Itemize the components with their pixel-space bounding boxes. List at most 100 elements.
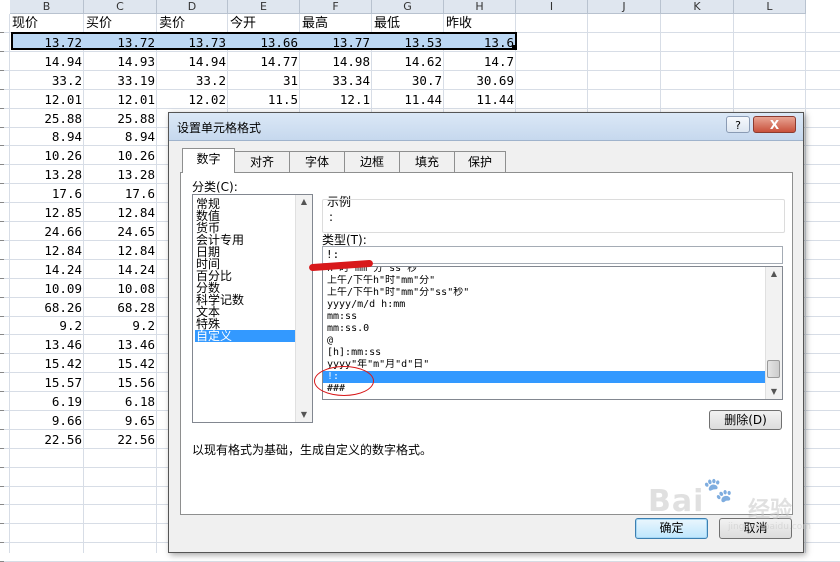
table-cell[interactable]: 13.46	[84, 335, 157, 354]
table-cell[interactable]: 25.88	[84, 109, 157, 128]
scroll-up-icon[interactable]: ▲	[766, 267, 782, 281]
table-cell[interactable]: 6.19	[10, 392, 84, 411]
category-list[interactable]: 常规 数值 货币 会计专用 日期 时间 百分比 分数 科学记数 文本 特殊 自定义 ▲ ▼	[192, 194, 313, 423]
table-cell[interactable]: 13.72	[10, 33, 84, 52]
column-title[interactable]: 最高	[300, 14, 372, 33]
format-item[interactable]: ###	[323, 383, 765, 395]
tab-border[interactable]: 边框	[344, 151, 400, 172]
table-cell[interactable]: 17.6	[10, 184, 84, 203]
table-cell[interactable]: 10.09	[10, 279, 84, 298]
column-header[interactable]: B	[10, 0, 84, 14]
column-header[interactable]: K	[661, 0, 734, 14]
column-header[interactable]: H	[444, 0, 516, 14]
column-header[interactable]: L	[734, 0, 806, 14]
table-cell[interactable]: 10.26	[10, 146, 84, 165]
table-cell[interactable]: 12.01	[10, 90, 84, 109]
table-cell[interactable]: 15.42	[10, 354, 84, 373]
table-cell[interactable]: 13.6	[444, 33, 516, 52]
column-header[interactable]: D	[157, 0, 228, 14]
table-cell[interactable]: 15.56	[84, 373, 157, 392]
table-cell[interactable]: 14.7	[444, 52, 516, 71]
table-cell[interactable]: 13.46	[10, 335, 84, 354]
table-cell[interactable]: 68.28	[84, 298, 157, 317]
table-cell[interactable]: 13.28	[10, 165, 84, 184]
format-item[interactable]: mm:ss	[323, 311, 765, 323]
table-cell[interactable]: 30.69	[444, 71, 516, 90]
table-cell[interactable]: 14.24	[84, 260, 157, 279]
table-cell[interactable]: 12.84	[10, 241, 84, 260]
table-cell[interactable]: 22.56	[84, 430, 157, 449]
table-cell[interactable]: 30.7	[372, 71, 444, 90]
table-cell[interactable]: 15.57	[10, 373, 84, 392]
column-header[interactable]: I	[516, 0, 588, 14]
column-title[interactable]: 现价	[10, 14, 84, 33]
table-cell[interactable]: 14.77	[228, 52, 300, 71]
table-cell[interactable]: 13.28	[84, 165, 157, 184]
table-cell[interactable]: 11.44	[444, 90, 516, 109]
table-cell[interactable]: 17.6	[84, 184, 157, 203]
table-cell[interactable]: 9.65	[84, 411, 157, 430]
category-scrollbar[interactable]: ▲ ▼	[295, 195, 312, 422]
table-cell[interactable]: 11.5	[228, 90, 300, 109]
format-item[interactable]: yyyy/m/d h:mm	[323, 299, 765, 311]
dialog-titlebar[interactable]: 设置单元格格式 ? X	[169, 113, 803, 141]
table-cell[interactable]: 14.93	[84, 52, 157, 71]
column-title[interactable]: 今开	[228, 14, 300, 33]
table-cell[interactable]: 33.34	[300, 71, 372, 90]
scroll-down-icon[interactable]: ▼	[296, 408, 312, 422]
table-cell[interactable]: 14.94	[157, 52, 228, 71]
table-cell[interactable]: 14.94	[10, 52, 84, 71]
table-cell[interactable]: 9.2	[84, 316, 157, 335]
category-item[interactable]: 自定义	[195, 330, 297, 342]
table-cell[interactable]: 22.56	[10, 430, 84, 449]
column-header[interactable]: C	[84, 0, 157, 14]
column-title[interactable]: 昨收	[444, 14, 516, 33]
table-cell[interactable]: 11.44	[372, 90, 444, 109]
tab-font[interactable]: 字体	[289, 151, 345, 172]
table-cell[interactable]: 33.19	[84, 71, 157, 90]
column-header[interactable]: J	[588, 0, 661, 14]
column-header[interactable]: E	[228, 0, 300, 14]
scroll-down-icon[interactable]: ▼	[766, 385, 782, 399]
table-cell[interactable]: 8.94	[84, 127, 157, 146]
help-button[interactable]: ?	[726, 116, 750, 133]
table-cell[interactable]: 31	[228, 71, 300, 90]
table-cell[interactable]: 14.24	[10, 260, 84, 279]
table-cell[interactable]: 13.72	[84, 33, 157, 52]
format-item[interactable]: yyyy"年"m"月"d"日"	[323, 359, 765, 371]
column-title[interactable]: 卖价	[157, 14, 228, 33]
tab-alignment[interactable]: 对齐	[234, 151, 290, 172]
column-title[interactable]: 买价	[84, 14, 157, 33]
table-cell[interactable]: 9.2	[10, 316, 84, 335]
table-cell[interactable]: 68.26	[10, 298, 84, 317]
delete-button[interactable]: 删除(D)	[709, 410, 782, 430]
format-item[interactable]: h"时"mm"分"ss"秒"	[323, 267, 765, 275]
table-cell[interactable]: 13.53	[372, 33, 444, 52]
table-cell[interactable]: 9.66	[10, 411, 84, 430]
format-item[interactable]: 上午/下午h"时"mm"分"ss"秒"	[323, 287, 765, 299]
table-cell[interactable]: 14.98	[300, 52, 372, 71]
format-item[interactable]: mm:ss.0	[323, 323, 765, 335]
table-cell[interactable]: 10.08	[84, 279, 157, 298]
table-cell[interactable]: 12.1	[300, 90, 372, 109]
column-header[interactable]: F	[300, 0, 372, 14]
scroll-up-icon[interactable]: ▲	[296, 195, 312, 209]
column-header[interactable]: G	[372, 0, 444, 14]
tab-number[interactable]: 数字	[182, 148, 235, 173]
table-cell[interactable]: 12.02	[157, 90, 228, 109]
table-cell[interactable]: 13.66	[228, 33, 300, 52]
table-cell[interactable]: 14.62	[372, 52, 444, 71]
table-cell[interactable]: 8.94	[10, 127, 84, 146]
table-cell[interactable]: 24.65	[84, 222, 157, 241]
format-item[interactable]: !:	[323, 371, 765, 383]
table-cell[interactable]: 12.01	[84, 90, 157, 109]
table-cell[interactable]: 13.73	[157, 33, 228, 52]
table-cell[interactable]: 12.84	[84, 241, 157, 260]
table-cell[interactable]: 24.66	[10, 222, 84, 241]
close-button[interactable]: X	[753, 116, 796, 133]
format-item[interactable]: [h]:mm:ss	[323, 347, 765, 359]
type-input[interactable]: !:	[322, 246, 783, 264]
format-scrollbar[interactable]: ▲ ▼	[765, 267, 782, 399]
table-cell[interactable]: 13.77	[300, 33, 372, 52]
format-item[interactable]: @	[323, 335, 765, 347]
